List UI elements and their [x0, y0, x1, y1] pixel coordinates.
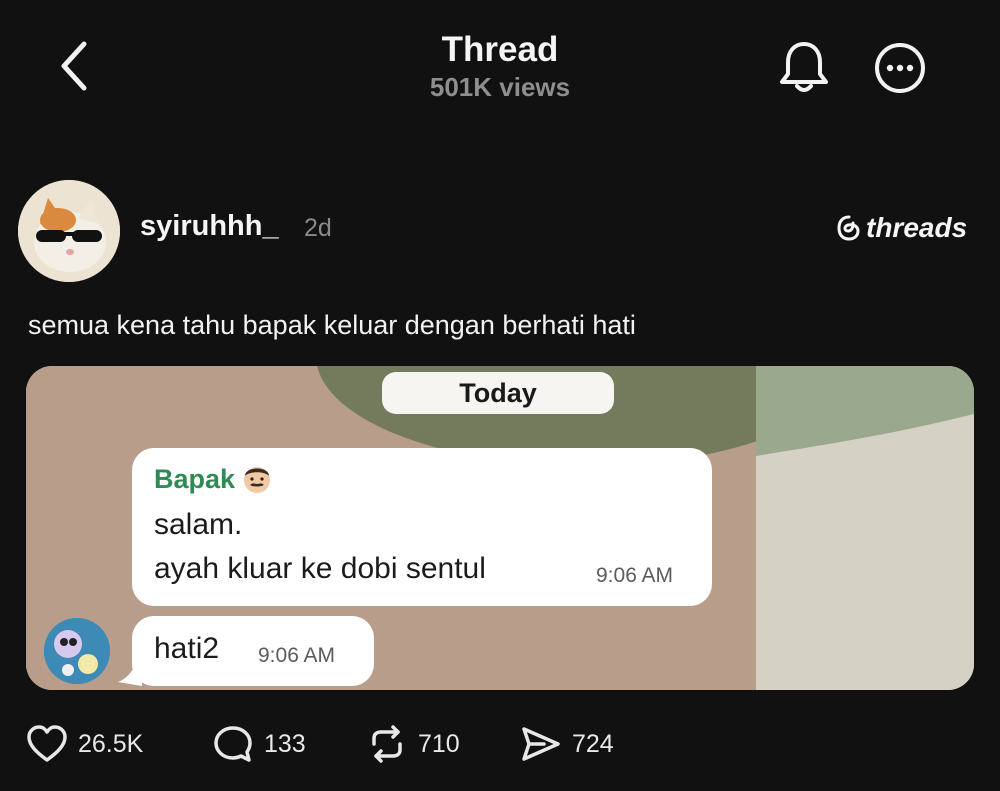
more-circle-icon [875, 43, 925, 93]
threads-brand: threads [836, 212, 967, 244]
post-time: 2d [304, 214, 332, 242]
reply-button[interactable]: 133 [212, 724, 306, 764]
repost-icon [372, 725, 402, 763]
heart-icon [27, 725, 67, 762]
like-count: 26.5K [78, 729, 144, 758]
author-avatar[interactable] [18, 180, 120, 282]
view-count: 501K views [429, 72, 571, 102]
bell-icon [780, 42, 828, 92]
chat-reply-avatar [44, 618, 110, 684]
man-mustache-emoji-icon [244, 467, 271, 493]
chat-date-chip: Today [382, 372, 614, 414]
repost-button[interactable]: 710 [366, 724, 460, 764]
notify-button[interactable] [776, 38, 832, 94]
cartoon-avatar-icon [44, 618, 110, 684]
post-text: semua kena tahu bapak keluar dengan berh… [28, 310, 636, 340]
chat-reply-bubble: hati2 9:06 AM [132, 616, 374, 686]
send-icon [522, 727, 560, 761]
page-title: Thread [441, 30, 559, 69]
chat-sender: Bapak [154, 462, 273, 496]
chat-sender-name: Bapak [154, 463, 236, 494]
like-button[interactable]: 26.5K [26, 724, 143, 764]
chat-reply-time: 9:06 AM [258, 644, 336, 667]
threads-logo-icon [837, 215, 860, 241]
chat-message-time: 9:06 AM [596, 564, 674, 587]
share-button[interactable]: 724 [520, 724, 614, 764]
share-count: 724 [572, 729, 614, 758]
chat-reply-text: hati2 [154, 632, 220, 665]
chat-message-line: salam. [154, 508, 243, 541]
threads-wordmark: threads [866, 212, 968, 243]
cat-sunglasses-avatar-icon [18, 180, 120, 282]
more-options-button[interactable] [870, 38, 930, 98]
repost-count: 710 [418, 729, 460, 758]
chat-message-line: ayah kluar ke dobi sentul [154, 552, 486, 585]
author-username[interactable]: syiruhhh_ [140, 210, 279, 243]
post-image[interactable]: Today Bapak salam. ayah kluar ke dobi se… [26, 366, 974, 690]
comment-icon [214, 726, 252, 762]
chat-message-bubble: Bapak salam. ayah kluar ke dobi sentul 9… [132, 448, 712, 606]
reply-count: 133 [264, 729, 306, 758]
